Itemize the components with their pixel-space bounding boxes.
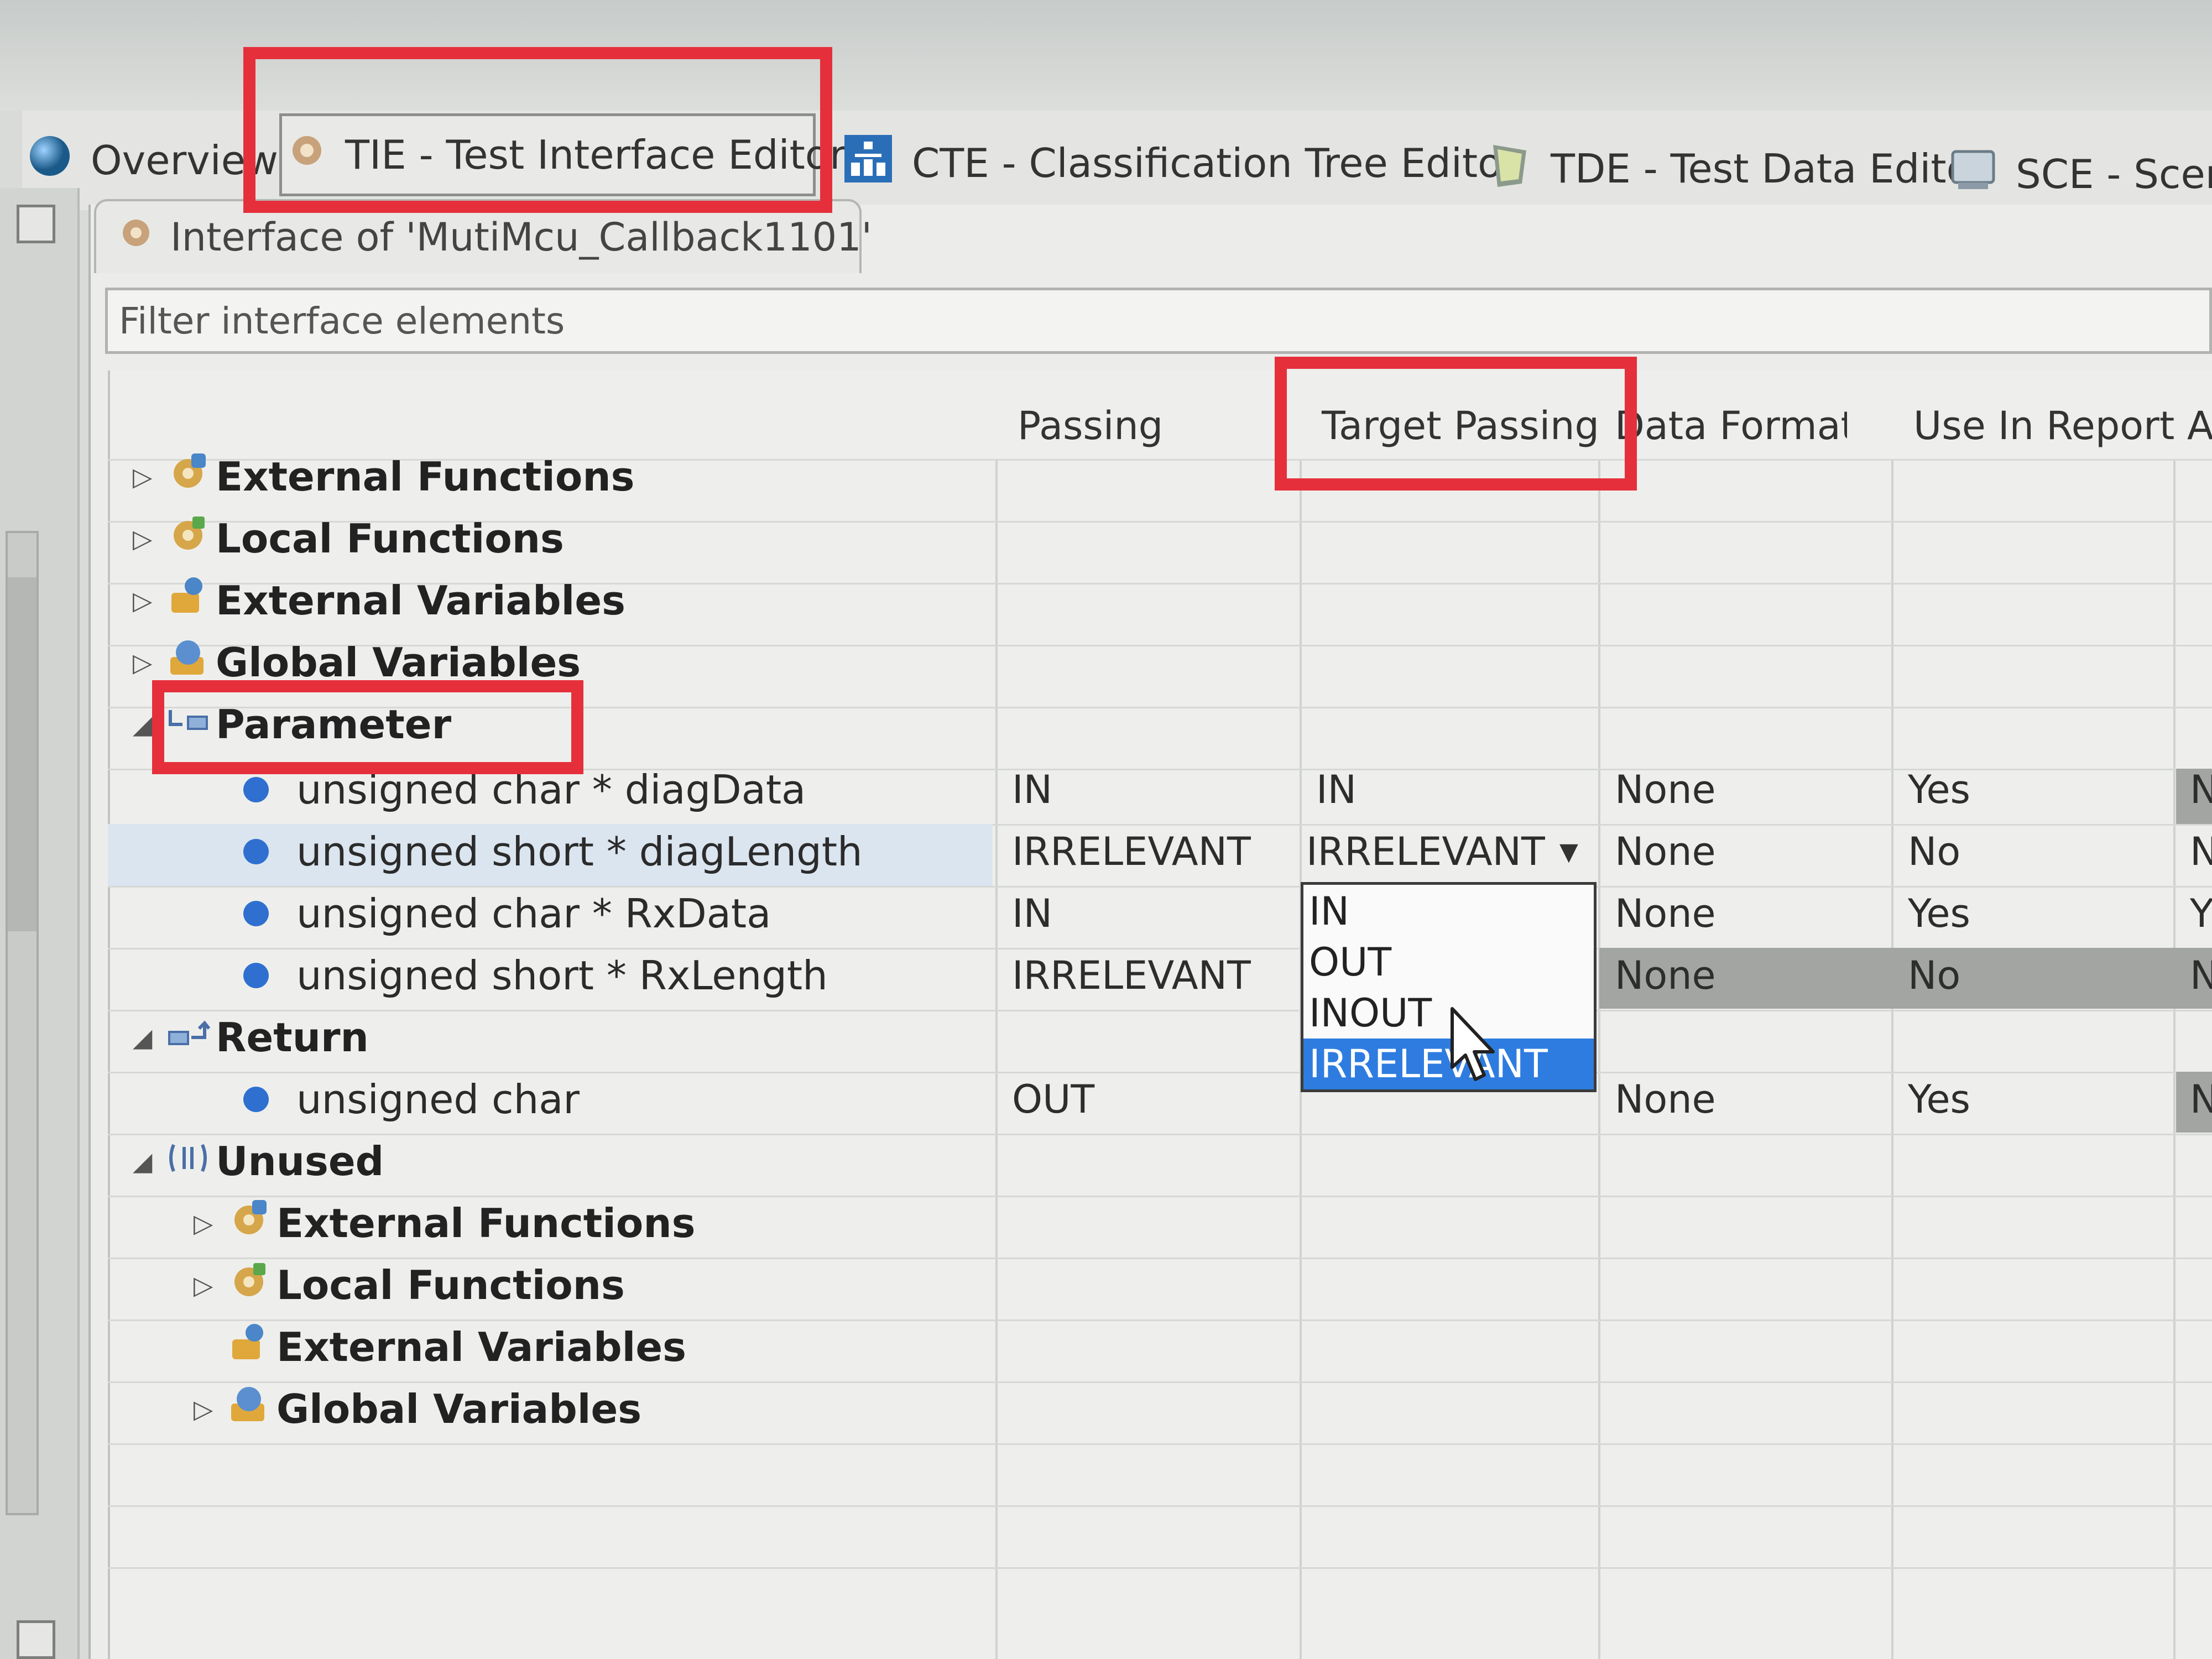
column-header-passing[interactable]: Passing (1018, 387, 1163, 465)
grid-line (108, 1505, 2212, 1507)
unused-icon (166, 1139, 216, 1184)
tree-item-unused-global-variables[interactable]: ▷ Global Variables (194, 1378, 641, 1440)
data-format-cell[interactable]: None (1615, 821, 1716, 883)
tree-item-unused-external-variables[interactable]: External Variables (194, 1316, 686, 1378)
extra-cell[interactable]: N (2190, 821, 2212, 883)
use-in-report-cell[interactable]: Yes (1908, 883, 1970, 945)
expand-arrow-icon[interactable]: ▷ (133, 648, 166, 677)
return-icon (166, 1015, 216, 1060)
extra-cell[interactable]: N (2190, 759, 2212, 821)
extra-cell[interactable]: Y (2190, 883, 2212, 945)
dropdown-option-inout[interactable]: INOUT (1309, 988, 1432, 1039)
collapse-arrow-icon[interactable]: ◢ (133, 1146, 166, 1176)
target-passing-combo[interactable]: IRRELEVANT (1306, 821, 1545, 883)
restore-icon[interactable] (17, 205, 55, 243)
minimize-icon[interactable] (17, 1620, 55, 1659)
grid-line (108, 1134, 2212, 1135)
bullet-icon (243, 1087, 269, 1112)
collapse-arrow-icon[interactable]: ◢ (133, 1022, 166, 1052)
tree-item-unused[interactable]: ◢ Unused (133, 1130, 384, 1192)
grid-line (1598, 459, 1600, 1659)
highlight-box-tie-tab (243, 47, 832, 213)
passing-cell[interactable]: IRRELEVANT (1012, 945, 1251, 1006)
mouse-cursor-icon (1451, 1007, 1495, 1081)
tree-item-external-functions[interactable]: ▷ External Functions (133, 446, 634, 508)
tree-item-param-rxdata[interactable]: unsigned char * RxData (243, 883, 771, 945)
filter-input[interactable]: Filter interface elements (105, 288, 2212, 354)
use-in-report-cell[interactable]: Yes (1908, 759, 1970, 821)
grid-line (2173, 459, 2176, 1659)
expand-arrow-icon[interactable]: ▷ (194, 1394, 227, 1424)
tree-item-unused-local-functions[interactable]: ▷ Local Functions (194, 1254, 625, 1316)
expand-arrow-icon[interactable]: ▷ (133, 462, 166, 492)
global-variables-icon (227, 1383, 276, 1436)
perspective-tde[interactable]: TDE - Test Data Editor (1488, 119, 1987, 218)
expand-arrow-icon[interactable]: ▷ (194, 1270, 227, 1300)
passing-cell[interactable]: IN (1012, 759, 1052, 821)
use-in-report-cell[interactable]: No (1908, 945, 1960, 1006)
extra-cell[interactable]: N (2190, 945, 2212, 1006)
tree-item-param-rxlength[interactable]: unsigned short * RxLength (243, 945, 828, 1006)
external-functions-icon (166, 450, 216, 504)
tree-item-local-functions[interactable]: ▷ Local Functions (133, 508, 564, 570)
side-scroll-thumb[interactable] (8, 577, 36, 931)
side-scrollbar[interactable] (6, 531, 39, 1515)
highlight-box-target-passing (1275, 357, 1637, 491)
passing-cell[interactable]: IN (1012, 883, 1052, 945)
expand-arrow-icon[interactable]: ▷ (133, 524, 166, 554)
column-header-data-format[interactable]: Data Format (1615, 387, 1847, 465)
external-functions-icon (227, 1197, 276, 1250)
interface-icon (118, 215, 154, 260)
tree-item-return-value[interactable]: unsigned char (243, 1068, 580, 1130)
grid-line (108, 1443, 2212, 1445)
expand-arrow-icon[interactable]: ▷ (133, 586, 166, 615)
tree-item-unused-external-functions[interactable]: ▷ External Functions (194, 1192, 695, 1254)
external-variables-icon (227, 1321, 276, 1374)
passing-cell[interactable]: OUT (1012, 1068, 1094, 1130)
use-in-report-cell[interactable]: Yes (1908, 1068, 1970, 1130)
bullet-icon (243, 777, 269, 802)
bullet-icon (243, 963, 269, 988)
use-in-report-cell[interactable]: No (1908, 821, 1960, 883)
local-functions-icon (166, 512, 216, 566)
bullet-icon (243, 839, 269, 864)
highlight-box-parameter (152, 680, 583, 774)
grid-line (108, 1567, 2212, 1569)
extra-cell[interactable]: N (2190, 1068, 2212, 1130)
scenario-icon (1949, 146, 1997, 203)
tree-item-return[interactable]: ◢ Return (133, 1006, 369, 1068)
external-variables-icon (166, 574, 216, 628)
dropdown-option-out[interactable]: OUT (1309, 937, 1391, 988)
data-format-cell[interactable]: None (1615, 945, 1716, 1006)
grid-line (1891, 459, 1893, 1659)
data-format-cell[interactable]: None (1615, 883, 1716, 945)
tree-item-external-variables[interactable]: ▷ External Variables (133, 570, 625, 632)
target-passing-cell[interactable]: IN (1316, 759, 1357, 821)
expand-arrow-icon[interactable]: ▷ (194, 1208, 227, 1238)
data-icon (1488, 139, 1532, 199)
local-functions-icon (227, 1259, 276, 1312)
grid-line (108, 1010, 2212, 1011)
dropdown-option-in[interactable]: IN (1309, 886, 1349, 937)
column-header-extra[interactable]: A (2187, 387, 2212, 465)
tree-item-param-diaglength[interactable]: unsigned short * diagLength (243, 821, 863, 883)
data-format-cell[interactable]: None (1615, 1068, 1716, 1130)
bullet-icon (243, 901, 269, 926)
column-header-use-in-report[interactable]: Use In Report (1913, 387, 2174, 465)
tree-icon (843, 134, 893, 193)
grid-line (995, 459, 998, 1659)
filter-placeholder: Filter interface elements (119, 299, 565, 342)
perspective-cte[interactable]: CTE - Classification Tree Editor (843, 113, 1519, 213)
chevron-down-icon[interactable]: ▼ (1559, 838, 1578, 866)
data-format-cell[interactable]: None (1615, 759, 1716, 821)
passing-cell[interactable]: IRRELEVANT (1012, 821, 1251, 883)
globe-icon (28, 134, 72, 187)
